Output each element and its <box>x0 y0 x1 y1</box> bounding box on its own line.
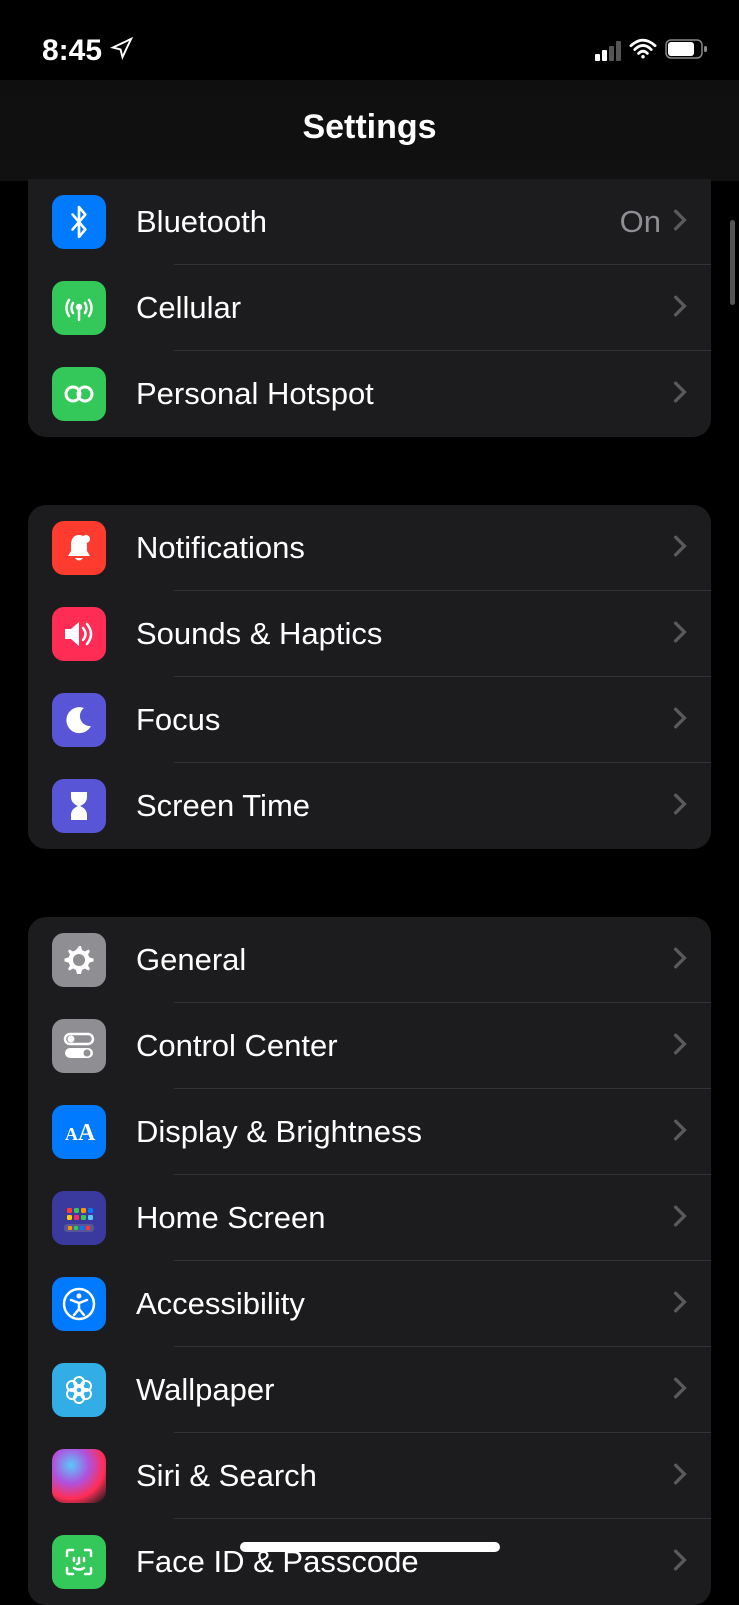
face-id-icon <box>52 1535 106 1589</box>
row-accessibility[interactable]: Accessibility <box>28 1261 711 1347</box>
row-label: Accessibility <box>136 1286 673 1322</box>
row-notifications[interactable]: Notifications <box>28 505 711 591</box>
row-face-id-passcode[interactable]: Face ID & Passcode <box>28 1519 711 1605</box>
location-icon <box>110 34 133 68</box>
row-label: Display & Brightness <box>136 1114 673 1150</box>
status-time: 8:45 <box>42 34 102 68</box>
row-label: Cellular <box>136 290 673 326</box>
row-label: Wallpaper <box>136 1372 673 1408</box>
row-display-brightness[interactable]: A A Display & Brightness <box>28 1089 711 1175</box>
wifi-icon <box>629 38 657 65</box>
row-focus[interactable]: Focus <box>28 677 711 763</box>
settings-group-notifications: Notifications Sounds & Haptics <box>28 505 711 849</box>
chevron-right-icon <box>673 1377 687 1404</box>
chevron-right-icon <box>673 1119 687 1146</box>
row-label: Sounds & Haptics <box>136 616 673 652</box>
chevron-right-icon <box>673 1205 687 1232</box>
focus-icon <box>52 693 106 747</box>
row-bluetooth[interactable]: Bluetooth On <box>28 179 711 265</box>
row-label: Home Screen <box>136 1200 673 1236</box>
scroll-indicator[interactable] <box>730 220 735 305</box>
notifications-icon <box>52 521 106 575</box>
home-indicator[interactable] <box>240 1542 500 1552</box>
row-label: Personal Hotspot <box>136 376 673 412</box>
status-bar-right <box>595 38 709 65</box>
row-label: General <box>136 942 673 978</box>
row-label: Control Center <box>136 1028 673 1064</box>
chevron-right-icon <box>673 1549 687 1576</box>
hotspot-icon <box>52 367 106 421</box>
chevron-right-icon <box>673 1463 687 1490</box>
row-value: On <box>620 204 661 240</box>
chevron-right-icon <box>673 381 687 408</box>
chevron-right-icon <box>673 1033 687 1060</box>
row-label: Screen Time <box>136 788 673 824</box>
chevron-right-icon <box>673 295 687 322</box>
settings-group-general: General Control Center A <box>28 917 711 1605</box>
row-label: Bluetooth <box>136 204 620 240</box>
cellular-icon <box>52 281 106 335</box>
row-screen-time[interactable]: Screen Time <box>28 763 711 849</box>
home-screen-icon <box>52 1191 106 1245</box>
row-label: Siri & Search <box>136 1458 673 1494</box>
chevron-right-icon <box>673 707 687 734</box>
row-personal-hotspot[interactable]: Personal Hotspot <box>28 351 711 437</box>
status-bar: 8:45 <box>0 0 739 80</box>
battery-icon <box>665 38 709 65</box>
accessibility-icon <box>52 1277 106 1331</box>
settings-group-connectivity: Bluetooth On Cellular <box>28 179 711 437</box>
wallpaper-icon <box>52 1363 106 1417</box>
page-title: Settings <box>0 80 739 181</box>
svg-text:A: A <box>78 1120 96 1145</box>
status-bar-left: 8:45 <box>42 34 133 68</box>
row-label: Notifications <box>136 530 673 566</box>
display-icon: A A <box>52 1105 106 1159</box>
chevron-right-icon <box>673 535 687 562</box>
chevron-right-icon <box>673 1291 687 1318</box>
sounds-icon <box>52 607 106 661</box>
general-icon <box>52 933 106 987</box>
control-center-icon <box>52 1019 106 1073</box>
chevron-right-icon <box>673 209 687 236</box>
cellular-signal-icon <box>595 41 621 61</box>
chevron-right-icon <box>673 947 687 974</box>
bluetooth-icon <box>52 195 106 249</box>
row-siri-search[interactable]: Siri & Search <box>28 1433 711 1519</box>
row-label: Focus <box>136 702 673 738</box>
row-control-center[interactable]: Control Center <box>28 1003 711 1089</box>
row-wallpaper[interactable]: Wallpaper <box>28 1347 711 1433</box>
screen-time-icon <box>52 779 106 833</box>
chevron-right-icon <box>673 793 687 820</box>
row-home-screen[interactable]: Home Screen <box>28 1175 711 1261</box>
row-cellular[interactable]: Cellular <box>28 265 711 351</box>
row-sounds-haptics[interactable]: Sounds & Haptics <box>28 591 711 677</box>
row-general[interactable]: General <box>28 917 711 1003</box>
chevron-right-icon <box>673 621 687 648</box>
svg-text:A: A <box>65 1124 78 1144</box>
siri-icon <box>52 1449 106 1503</box>
